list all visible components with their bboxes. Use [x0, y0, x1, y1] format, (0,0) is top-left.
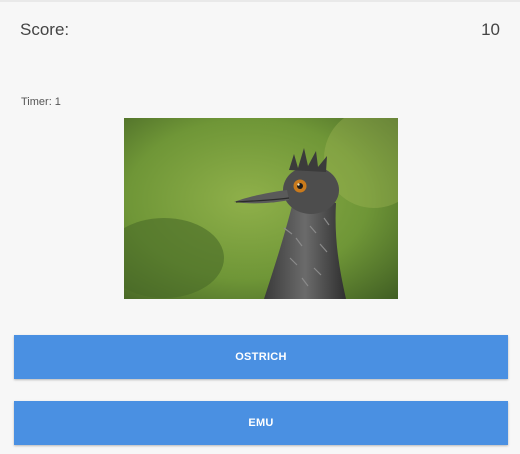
bird-photo	[124, 118, 398, 299]
timer-text: Timer: 1	[21, 96, 61, 108]
score-value: 10	[481, 20, 500, 39]
score-label: Score:	[20, 20, 70, 39]
top-edge-divider	[0, 0, 520, 2]
answer-button-emu[interactable]: EMU	[14, 401, 508, 445]
answer-button-ostrich[interactable]: OSTRICH	[14, 335, 508, 379]
